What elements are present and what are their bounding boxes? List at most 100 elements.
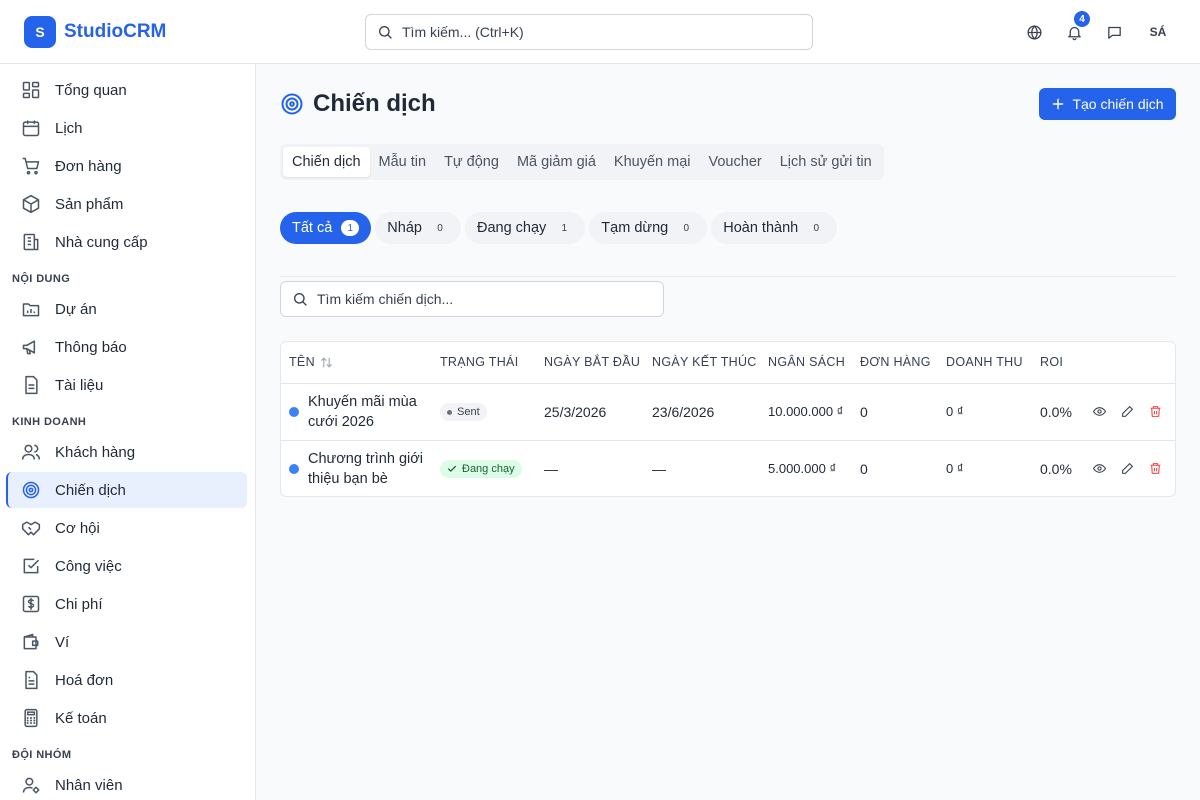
cell-revenue: 0 ₫ bbox=[938, 383, 1032, 441]
filter-draft[interactable]: Nháp 0 bbox=[375, 212, 461, 244]
sidebar-item-label: Thông báo bbox=[55, 338, 127, 356]
create-campaign-button[interactable]: Tạo chiến dịch bbox=[1039, 88, 1176, 120]
table-row[interactable]: Chương trình giới thiệu bạn bè Đang chạy… bbox=[281, 440, 1175, 496]
column-header-status: TRẠNG THÁI bbox=[432, 342, 536, 384]
campaign-table: TÊN TRẠNG THÁI NGÀY BẮT ĐẦU NGÀY KẾT THÚ… bbox=[280, 341, 1176, 497]
page-header: Chiến dịch bbox=[280, 90, 436, 118]
sort-icon[interactable] bbox=[320, 356, 333, 369]
dashboard-icon bbox=[21, 80, 41, 100]
section-divider bbox=[280, 276, 1176, 277]
sidebar-item-label: Cơ hội bbox=[55, 519, 100, 537]
sidebar-item-opportunities[interactable]: Cơ hội bbox=[6, 510, 247, 546]
tab-templates[interactable]: Mẫu tin bbox=[370, 147, 436, 177]
tab-automation[interactable]: Tự động bbox=[435, 147, 508, 177]
edit-icon[interactable] bbox=[1118, 460, 1136, 478]
handshake-icon bbox=[21, 518, 41, 538]
sidebar-item-label: Nhân viên bbox=[55, 776, 123, 794]
cell-budget: 10.000.000 ₫ bbox=[760, 383, 852, 441]
status-dot bbox=[289, 463, 299, 474]
tab-vouchers[interactable]: Voucher bbox=[700, 147, 771, 177]
campaign-name[interactable]: Chương trình giới thiệu bạn bè bbox=[308, 449, 432, 489]
building-icon bbox=[21, 232, 41, 252]
sidebar-item-suppliers[interactable]: Nhà cung cấp bbox=[6, 224, 247, 260]
tab-promotions[interactable]: Khuyến mại bbox=[605, 147, 700, 177]
filter-all[interactable]: Tất cả 1 bbox=[280, 212, 372, 244]
campaign-search-input[interactable]: Tìm kiếm chiến dịch... bbox=[280, 281, 664, 317]
user-avatar[interactable]: SÁ bbox=[1146, 20, 1170, 44]
eye-icon[interactable] bbox=[1090, 460, 1108, 478]
filter-label: Tất cả bbox=[292, 220, 333, 236]
status-badge-label: Đang chạy bbox=[462, 462, 515, 475]
cell-actions bbox=[1082, 383, 1175, 441]
filter-label: Tạm dừng bbox=[601, 220, 669, 236]
sidebar-item-tasks[interactable]: Công việc bbox=[6, 548, 247, 584]
cell-end-date: — bbox=[652, 460, 666, 477]
delete-icon[interactable] bbox=[1146, 460, 1164, 478]
cell-status: Đang chạy bbox=[432, 440, 536, 496]
sidebar-item-expenses[interactable]: Chi phí bbox=[6, 586, 247, 622]
target-icon bbox=[21, 480, 41, 500]
globe-icon[interactable] bbox=[1022, 20, 1046, 44]
sidebar-item-label: Kế toán bbox=[55, 709, 107, 727]
delete-icon[interactable] bbox=[1146, 403, 1164, 421]
column-header-revenue: DOANH THU bbox=[938, 342, 1032, 384]
edit-icon[interactable] bbox=[1118, 403, 1136, 421]
search-icon bbox=[377, 24, 393, 40]
tab-discount-codes[interactable]: Mã giảm giá bbox=[508, 147, 605, 177]
user-gear-icon bbox=[21, 775, 41, 795]
campaign-name[interactable]: Khuyến mãi mùa cưới 2026 bbox=[308, 392, 432, 432]
filter-paused[interactable]: Tạm dừng 0 bbox=[589, 212, 708, 244]
logo-mark: S bbox=[24, 16, 56, 48]
filter-count: 0 bbox=[813, 222, 819, 234]
column-header-label: TÊN bbox=[289, 355, 315, 370]
sidebar-item-wallet[interactable]: Ví bbox=[6, 624, 247, 660]
sidebar-item-label: Đơn hàng bbox=[55, 157, 122, 175]
folder-chart-icon bbox=[21, 299, 41, 319]
app-logo[interactable]: S StudioCRM bbox=[24, 16, 166, 48]
sidebar-item-accounting[interactable]: Kế toán bbox=[6, 700, 247, 736]
cell-actions bbox=[1082, 440, 1175, 496]
sidebar-item-campaigns[interactable]: Chiến dịch bbox=[6, 472, 247, 508]
plus-icon bbox=[1051, 97, 1065, 111]
message-icon[interactable] bbox=[1102, 20, 1126, 44]
cart-icon bbox=[21, 156, 41, 176]
table-row[interactable]: Khuyến mãi mùa cưới 2026 Sent 25/3/2026 … bbox=[281, 383, 1175, 441]
cell-end-date: 23/6/2026 bbox=[644, 383, 760, 441]
sidebar-item-announcements[interactable]: Thông báo bbox=[6, 329, 247, 365]
sidebar-item-documents[interactable]: Tài liệu bbox=[6, 367, 247, 403]
sidebar-item-products[interactable]: Sản phẩm bbox=[6, 186, 247, 222]
calculator-icon bbox=[21, 708, 41, 728]
global-search-input[interactable]: Tìm kiếm... (Ctrl+K) bbox=[365, 14, 813, 50]
sidebar-item-label: Chi phí bbox=[55, 595, 103, 613]
megaphone-icon bbox=[21, 337, 41, 357]
filter-count: 1 bbox=[341, 220, 360, 236]
filter-completed[interactable]: Hoàn thành 0 bbox=[711, 212, 838, 244]
bell-icon[interactable]: 4 bbox=[1062, 11, 1090, 44]
sidebar-item-label: Chiến dịch bbox=[55, 481, 126, 499]
filter-running[interactable]: Đang chạy 1 bbox=[464, 212, 586, 244]
sidebar-item-projects[interactable]: Dự án bbox=[6, 291, 247, 327]
sidebar-item-customers[interactable]: Khách hàng bbox=[6, 434, 247, 470]
sidebar-item-orders[interactable]: Đơn hàng bbox=[6, 148, 247, 184]
sidebar-item-staff[interactable]: Nhân viên bbox=[6, 767, 247, 800]
cell-roi: 0.0% bbox=[1032, 383, 1082, 441]
page-title: Chiến dịch bbox=[313, 90, 436, 117]
sidebar-item-invoices[interactable]: Hoá đơn bbox=[6, 662, 247, 698]
cell-orders: 0 bbox=[860, 460, 868, 477]
column-header-start-date: NGÀY BẮT ĐẦU bbox=[536, 342, 644, 384]
sidebar-item-label: Hoá đơn bbox=[55, 671, 114, 689]
sidebar-item-overview[interactable]: Tổng quan bbox=[6, 72, 247, 108]
cell-start-date: 25/3/2026 bbox=[536, 383, 644, 441]
column-header-name[interactable]: TÊN bbox=[281, 342, 432, 384]
filter-label: Hoàn thành bbox=[723, 220, 799, 236]
cell-roi: 0.0% bbox=[1040, 460, 1072, 477]
tab-campaigns[interactable]: Chiến dịch bbox=[283, 147, 370, 177]
eye-icon[interactable] bbox=[1090, 403, 1108, 421]
status-dot bbox=[289, 406, 299, 417]
filter-label: Nháp bbox=[387, 220, 422, 236]
checkbox-icon bbox=[21, 556, 41, 576]
sidebar-item-calendar[interactable]: Lịch bbox=[6, 110, 247, 146]
tab-send-history[interactable]: Lịch sử gửi tin bbox=[771, 147, 881, 177]
column-header-actions bbox=[1082, 342, 1175, 384]
sidebar-item-label: Dự án bbox=[55, 300, 97, 318]
